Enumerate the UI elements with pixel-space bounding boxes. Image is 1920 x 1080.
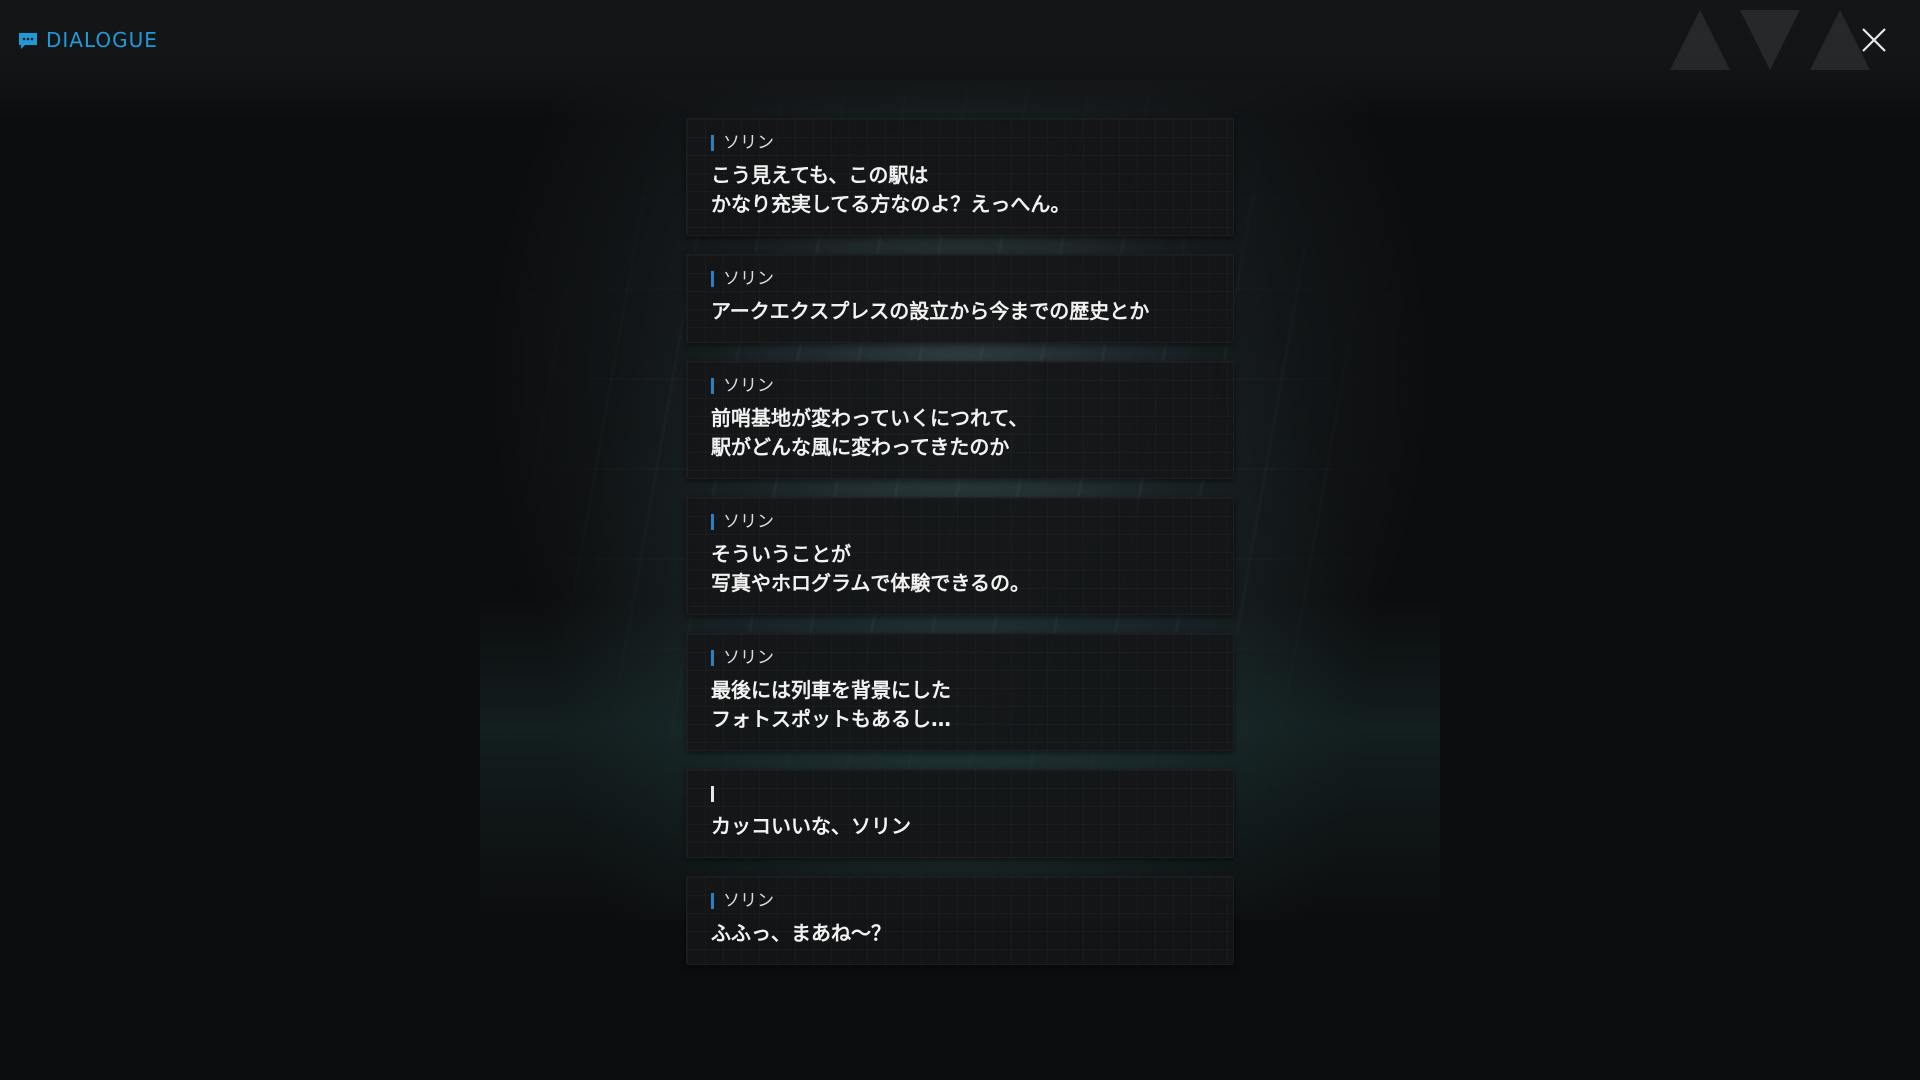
dialogue-header: DIALOGUE: [18, 28, 158, 52]
dialogue-entry: ソリンこう見えても、この駅はかなり充実してる方なのよ？えっへん。: [686, 118, 1234, 236]
dialogue-entry: ソリン前哨基地が変わっていくにつれて、 駅がどんな風に変わってきたのか: [686, 361, 1234, 479]
dialogue-line: 写真やホログラムで体験できるの。: [711, 571, 1030, 595]
dialogue-entry: カッコいいな、ソリン: [686, 769, 1234, 858]
dialogue-title: DIALOGUE: [46, 28, 158, 52]
dialogue-line: かなり充実してる方なのよ？えっへん。: [711, 192, 1071, 216]
dialogue-entry: ソリン最後には列車を背景にした フォトスポットもあるし…: [686, 633, 1234, 751]
dialogue-entry: ソリンアークエクスプレスの設立から今までの歴史とか: [686, 254, 1234, 343]
speaker-row: ソリン: [711, 891, 1211, 911]
close-button[interactable]: [1858, 24, 1890, 56]
speaker-name: ソリン: [723, 891, 774, 911]
dialogue-line: こう見えても、この駅は: [711, 163, 929, 187]
dialogue-entry: ソリンそういうことが写真やホログラムで体験できるの。: [686, 497, 1234, 615]
speaker-row: ソリン: [711, 133, 1211, 153]
dialogue-line: 最後には列車を背景にした: [711, 678, 951, 702]
dialogue-list[interactable]: ソリン こう見えても、この駅は かなり充実してる方なのよ？えっへん。 ソリン アークエク…: [686, 118, 1234, 983]
speaker-marker: [711, 271, 714, 287]
speaker-name: ソリン: [723, 648, 774, 668]
speaker-row: [711, 784, 1211, 804]
speaker-marker: [711, 135, 714, 151]
close-icon: [1862, 28, 1886, 52]
speaker-marker: [711, 650, 714, 666]
dialogue-entry: ソリンふふっ、まあね～？: [686, 876, 1234, 965]
speaker-row: ソリン: [711, 269, 1211, 289]
dialogue-log-screen: DIALOGUE ソリン こう見えても、この駅は かなり充実してる方なのよ？えっへん…: [0, 0, 1920, 1080]
speaker-name: ソリン: [723, 376, 774, 396]
speaker-marker: [711, 893, 714, 909]
speaker-row: ソリン: [711, 512, 1211, 532]
speaker-row: ソリン: [711, 376, 1211, 396]
dialogue-line: 駅がどんな風に変わってきたのか: [711, 435, 1010, 459]
top-bar: [0, 0, 1920, 120]
dialogue-line: 前哨基地が変わっていくにつれて、: [711, 406, 1029, 430]
speaker-marker: [711, 378, 714, 394]
dialogue-line: カッコいいな、ソリン: [711, 814, 911, 838]
speaker-marker: [711, 514, 714, 530]
speaker-name: ソリン: [723, 133, 774, 153]
dialogue-line: フォトスポットもあるし…: [711, 707, 951, 731]
speaker-marker: [711, 786, 714, 802]
speaker-row: ソリン: [711, 648, 1211, 668]
chat-bubble-icon: [18, 32, 38, 49]
speaker-name: ソリン: [723, 512, 774, 532]
dialogue-line: そういうことが: [711, 542, 851, 566]
dialogue-line: ふふっ、まあね～？: [711, 921, 891, 945]
speaker-name: ソリン: [723, 269, 774, 289]
dialogue-line: アークエクスプレスの設立から今までの歴史とか: [711, 299, 1150, 323]
decorative-pattern: [1670, 10, 1870, 70]
